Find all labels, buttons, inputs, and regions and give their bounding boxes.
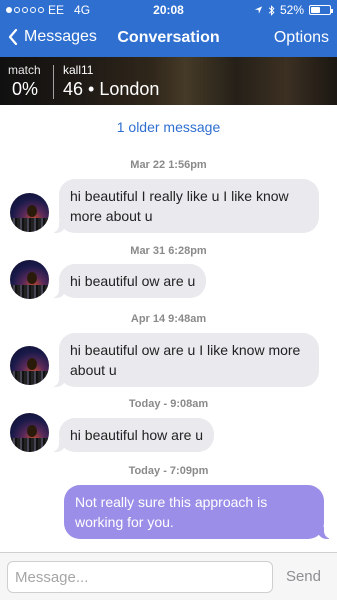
back-button[interactable]: Messages	[8, 28, 97, 46]
message-input[interactable]	[7, 561, 273, 593]
sender-avatar[interactable]	[10, 260, 49, 299]
message-timestamp: Today - 9:08am	[128, 398, 209, 410]
back-label: Messages	[24, 28, 97, 45]
sender-avatar[interactable]	[10, 413, 49, 452]
message-timestamp: Mar 31 6:28pm	[130, 245, 207, 257]
banner-overlay	[0, 57, 337, 105]
message-timestamp: Mar 22 1:56pm	[130, 159, 207, 171]
options-button[interactable]: Options	[274, 29, 329, 47]
header-bar: EE 4G 20:08 52% Messages Conversation Op…	[0, 0, 337, 57]
message-composer: Send	[0, 552, 337, 600]
bluetooth-icon	[268, 4, 275, 16]
profile-banner[interactable]: match 0% kall11 46 • London	[0, 57, 337, 105]
status-indicators: 52%	[254, 3, 333, 17]
match-percentage: 0%	[12, 79, 39, 99]
sender-avatar[interactable]	[10, 346, 49, 385]
location-arrow-icon	[254, 6, 263, 14]
incoming-message: hi beautiful I really like u I like know…	[49, 179, 319, 233]
load-older-link[interactable]: 1 older message	[0, 119, 337, 135]
incoming-message: hi beautiful how are u	[48, 418, 215, 452]
outgoing-message: Not really sure this approach is working…	[64, 485, 334, 539]
match-label: match	[8, 63, 41, 77]
incoming-message: hi beautiful ow are u	[48, 264, 207, 298]
nav-bar: Messages Conversation Options	[0, 22, 337, 56]
chevron-left-icon	[8, 29, 18, 45]
battery-icon	[309, 5, 333, 15]
battery-percent: 52%	[279, 3, 304, 17]
incoming-message: hi beautiful ow are u I like know more a…	[49, 333, 319, 387]
banner-divider	[53, 65, 54, 99]
profile-details: 46 • London	[63, 79, 160, 99]
profile-username: kall11	[63, 63, 94, 77]
sender-avatar[interactable]	[10, 193, 49, 232]
message-timestamp: Today - 7:09pm	[128, 465, 209, 477]
message-timestamp: Apr 14 9:48am	[130, 313, 207, 325]
status-bar: EE 4G 20:08 52%	[0, 0, 337, 20]
send-button[interactable]: Send	[286, 568, 321, 585]
